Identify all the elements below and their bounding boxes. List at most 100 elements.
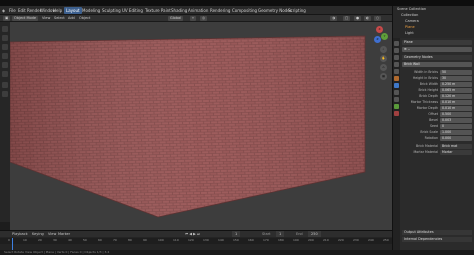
orientation-dropdown[interactable]: Global — [168, 16, 184, 21]
cursor-tool-icon[interactable] — [2, 35, 8, 41]
overlay-icon[interactable]: ◑ — [330, 16, 338, 21]
object-tab-icon[interactable] — [394, 76, 399, 81]
scene-tab-icon[interactable] — [394, 62, 399, 67]
end-frame-field[interactable]: 250 — [308, 231, 321, 237]
play-controls-icon[interactable]: ⏮ ◀ ▶ ⏭ — [185, 231, 200, 237]
mode-dropdown[interactable]: Object Mode — [12, 16, 39, 21]
transform-tool-icon[interactable] — [2, 71, 8, 77]
properties-tabs — [393, 38, 400, 250]
material-tab-icon[interactable] — [394, 111, 399, 116]
frame-tick-label: 140 — [218, 238, 224, 242]
tab-layout[interactable]: Layout — [64, 7, 82, 14]
zoom-icon[interactable]: ⌕ — [380, 46, 387, 53]
constraints-tab-icon[interactable] — [394, 97, 399, 102]
menu-select[interactable]: Select — [52, 16, 67, 21]
measure-tool-icon[interactable] — [2, 91, 8, 97]
scale-tool-icon[interactable] — [2, 62, 8, 68]
param-field[interactable]: 0.003 — [440, 118, 472, 123]
shading-material-icon[interactable]: ◐ — [364, 16, 372, 21]
physics-tab-icon[interactable] — [394, 90, 399, 95]
node-group-field[interactable]: Brick Wall — [402, 62, 472, 67]
internal-dependencies-header[interactable]: Internal Dependencies — [402, 237, 472, 242]
select-tool-icon[interactable] — [2, 26, 8, 32]
menu-file[interactable]: File — [9, 7, 16, 14]
shading-render-icon[interactable]: ○ — [374, 16, 382, 21]
tab-geometry-nodes[interactable]: Geometry Nodes — [258, 7, 292, 14]
brick-wall-render — [10, 35, 366, 218]
material-field[interactable]: Brick mat — [440, 144, 472, 149]
tab-compositing[interactable]: Compositing — [232, 7, 257, 14]
frame-tick-label: 250 — [383, 238, 389, 242]
menu-keying[interactable]: Keying — [32, 231, 44, 237]
playhead[interactable] — [12, 238, 13, 250]
outliner-row[interactable]: Collection — [401, 13, 418, 18]
material-field[interactable]: Mortar — [440, 150, 472, 155]
param-field[interactable]: 1.000 — [440, 130, 472, 135]
param-field[interactable]: 50 — [440, 70, 472, 75]
modifier-tab-icon[interactable] — [394, 83, 399, 88]
outliner-row[interactable]: Scene Collection — [397, 7, 426, 12]
menu-playback[interactable]: Playback — [12, 231, 28, 237]
tab-modeling[interactable]: Modeling — [82, 7, 100, 14]
menu-marker[interactable]: Marker — [58, 231, 70, 237]
camera-view-icon[interactable]: ⌂ — [380, 64, 387, 71]
outliner-row[interactable]: Light — [405, 31, 414, 36]
param-field[interactable]: 0.500 — [440, 112, 472, 117]
tab-rendering[interactable]: Rendering — [210, 7, 230, 14]
frame-tick-label: 10 — [23, 238, 27, 242]
editor-type-button[interactable]: ▣ — [3, 16, 11, 21]
menu-edit[interactable]: Edit — [18, 7, 26, 14]
outliner-row[interactable]: Camera — [405, 19, 419, 24]
gizmo-z-icon[interactable]: Z — [374, 36, 381, 43]
frame-tick-label: 150 — [233, 238, 239, 242]
param-field[interactable]: 0.010 m — [440, 106, 472, 111]
perspective-grid-icon[interactable]: ▦ — [380, 73, 387, 80]
render-tab-icon[interactable] — [394, 48, 399, 53]
xray-icon[interactable]: ▢ — [343, 16, 351, 21]
output-tab-icon[interactable] — [394, 55, 399, 60]
param-field[interactable]: 30 — [440, 76, 472, 81]
frame-ruler[interactable] — [0, 238, 392, 244]
tab-texture-paint[interactable]: Texture Paint — [145, 7, 171, 14]
menu-add[interactable]: Add — [66, 16, 77, 21]
blender-logo-icon[interactable]: ◈ — [2, 7, 5, 14]
world-tab-icon[interactable] — [394, 69, 399, 74]
shading-solid-icon[interactable]: ● — [354, 16, 362, 21]
current-frame-field[interactable]: 1 — [232, 231, 241, 237]
gizmo-y-icon[interactable]: Y — [381, 33, 388, 40]
tab-shading[interactable]: Shading — [171, 7, 187, 14]
param-field[interactable]: 0 — [440, 124, 472, 129]
tab-animation[interactable]: Animation — [188, 7, 208, 14]
annotate-tool-icon[interactable] — [2, 82, 8, 88]
tab-uv-editing[interactable]: UV Editing — [122, 7, 143, 14]
param-field[interactable]: 0.065 m — [440, 88, 472, 93]
add-modifier-button[interactable]: ⊕ ⌄ — [402, 47, 472, 52]
param-field[interactable]: 0.250 m — [440, 82, 472, 87]
menu-object[interactable]: Object — [77, 16, 92, 21]
rotate-tool-icon[interactable] — [2, 53, 8, 59]
tool-tab-icon[interactable] — [394, 41, 399, 46]
param-field[interactable]: 0.000 — [440, 136, 472, 141]
menu-view[interactable]: View — [40, 16, 52, 21]
data-tab-icon[interactable] — [394, 104, 399, 109]
tab-sculpting[interactable]: Sculpting — [102, 7, 121, 14]
snap-icon[interactable]: ⌖ — [190, 16, 196, 21]
output-attributes-header[interactable]: Output Attributes — [402, 230, 472, 235]
status-bar: Select Rotate View Object | Plane | Vert… — [0, 250, 474, 255]
object-name-field[interactable]: Plane — [402, 40, 472, 45]
frame-tick-label: 170 — [263, 238, 269, 242]
start-frame-field[interactable]: 1 — [276, 231, 285, 237]
param-field[interactable]: 0.120 m — [440, 94, 472, 99]
menu-help[interactable]: Help — [53, 7, 62, 14]
3d-viewport[interactable]: X Y Z ⌕ ✋ ⌂ ▦ — [10, 22, 392, 230]
gizmo-x-icon[interactable]: X — [376, 26, 383, 33]
proportional-icon[interactable]: ◎ — [200, 16, 208, 21]
add-modifier-row: ⊕ ⌄ — [402, 47, 472, 52]
outliner-row[interactable]: Plane — [405, 25, 415, 30]
pan-hand-icon[interactable]: ✋ — [380, 55, 387, 62]
menu-view-timeline[interactable]: View — [48, 231, 56, 237]
tab-scripting[interactable]: Scripting — [288, 7, 306, 14]
param-field[interactable]: 0.010 m — [440, 100, 472, 105]
move-tool-icon[interactable] — [2, 44, 8, 50]
modifier-header[interactable]: Geometry Nodes — [402, 55, 472, 60]
